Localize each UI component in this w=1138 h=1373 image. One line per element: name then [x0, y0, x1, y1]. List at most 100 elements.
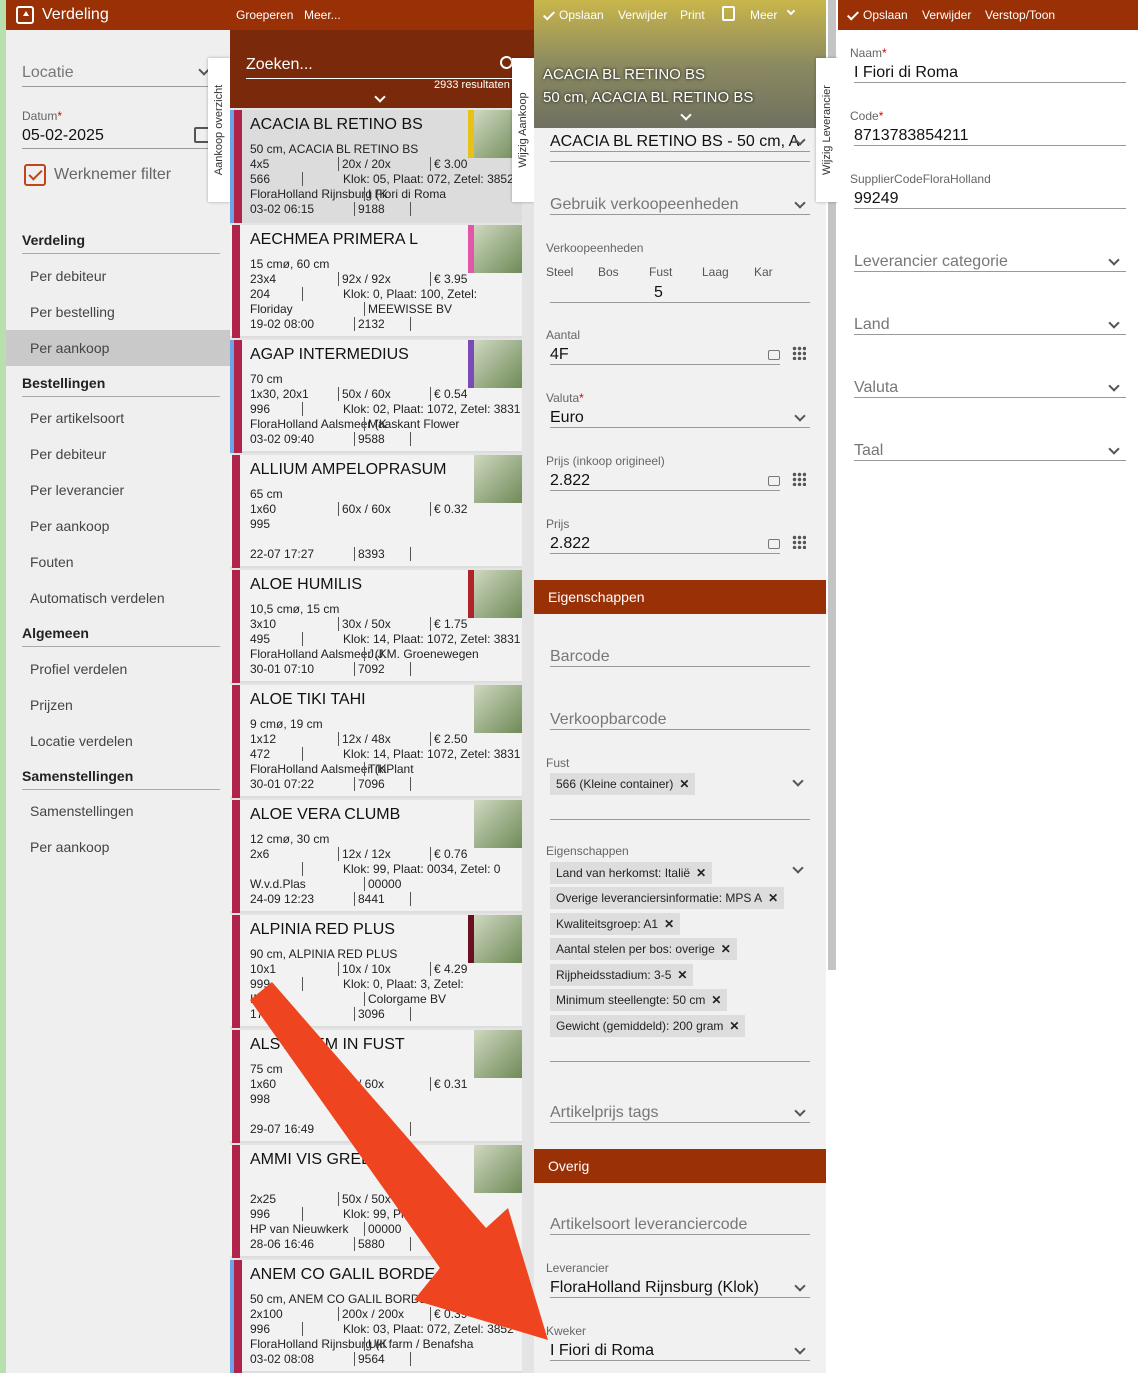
nav-verdeling-per-debiteur[interactable]: Per debiteur — [6, 258, 230, 294]
fust-units-input[interactable]: 5 — [550, 284, 810, 303]
remove-icon[interactable]: ✕ — [677, 968, 687, 982]
item-title: ALPINIA RED PLUS — [250, 921, 395, 938]
remove-icon[interactable]: ✕ — [768, 891, 778, 905]
code-input[interactable]: 8713783854211 — [854, 127, 1126, 146]
groeperen-button[interactable]: Groeperen — [236, 8, 293, 22]
remove-icon[interactable]: ✕ — [679, 777, 689, 791]
remove-icon[interactable]: ✕ — [696, 866, 706, 880]
keypad-icon[interactable] — [792, 472, 806, 486]
gebruik-verkoopeenheden-select[interactable]: Gebruik verkoopeenheden — [550, 196, 810, 215]
nav-bestellingen-per-leverancier[interactable]: Per leverancier — [6, 472, 230, 508]
search-input[interactable]: Zoeken... — [246, 56, 313, 74]
locatie-placeholder: Locatie — [22, 64, 74, 81]
list-item[interactable]: ALPINIA RED PLUS 90 cm, ALPINIA RED PLUS 1… — [230, 915, 522, 1028]
eig-chip-0[interactable]: Land van herkomst: Italië ✕ — [550, 860, 713, 886]
prijs-origineel-input[interactable]: 2.822 — [550, 472, 780, 491]
unit-steel[interactable]: Steel — [546, 265, 573, 279]
list-item[interactable]: AECHMEA PRIMERA L 15 cmø, 60 cm 23x4 92x / … — [230, 225, 522, 338]
artikelprijs-tags-select[interactable]: Artikelprijs tags — [550, 1104, 810, 1123]
eigenschappen-section-header[interactable]: Eigenschappen — [534, 580, 826, 614]
remove-icon[interactable]: ✕ — [711, 993, 721, 1007]
item-grower: Colorgame BV — [364, 992, 446, 1006]
list-item[interactable]: ALLIUM AMPELOPRASUM 65 cm 1x60 60x / 60x € 0… — [230, 455, 522, 568]
valuta-select[interactable]: Euro — [550, 409, 810, 428]
result-count: 2933 resultaten — [434, 79, 510, 91]
unit-kar[interactable]: Kar — [754, 265, 773, 279]
nav-verdeling-per-bestelling[interactable]: Per bestelling — [6, 294, 230, 330]
meer-button[interactable]: Meer... — [304, 8, 341, 22]
barcode-input[interactable]: Barcode — [550, 648, 810, 667]
scf-input[interactable]: 99249 — [854, 190, 1126, 209]
nav-bestellingen-automatisch-verdelen[interactable]: Automatisch verdelen — [6, 580, 230, 616]
eig-chip-1[interactable]: Overige leveranciersinformatie: MPS A ✕ — [550, 885, 785, 911]
locatie-select[interactable]: Locatie — [22, 64, 216, 82]
nav-bestellingen-per-artikelsoort[interactable]: Per artikelsoort — [6, 400, 230, 436]
nav-bestellingen-per-debiteur[interactable]: Per debiteur — [6, 436, 230, 472]
remove-icon[interactable]: ✕ — [664, 917, 674, 931]
list-item[interactable]: ANEM CO GALIL BORDEA 50 cm, ANEM CO GALIL… — [230, 1260, 522, 1373]
list-item[interactable]: ALOE HUMILIS 10,5 cmø, 15 cm 3x10 30x / 50x… — [230, 570, 522, 683]
app-icon[interactable] — [16, 6, 34, 24]
unit-fust[interactable]: Fust — [649, 265, 672, 279]
artikelsoort-leveranciercode-input[interactable]: Artikelsoort leveranciercode — [550, 1216, 810, 1235]
supplier-valuta-select[interactable]: Valuta — [854, 379, 1126, 398]
opslaan-button[interactable]: Opslaan — [542, 8, 604, 22]
taal-select[interactable]: Taal — [854, 442, 1126, 461]
nav-samenstellingen-per-aankoop[interactable]: Per aankoop — [6, 829, 230, 865]
supplier-opslaan-button[interactable]: Opslaan — [846, 8, 908, 22]
eig-chip-6[interactable]: Gewicht (gemiddeld): 200 gram ✕ — [550, 1013, 746, 1039]
remove-icon[interactable]: ✕ — [729, 1019, 739, 1033]
print-button[interactable]: Print — [680, 8, 705, 22]
unit-bos[interactable]: Bos — [598, 265, 619, 279]
list-item[interactable]: AGAP INTERMEDIUS 70 cm 1x30, 20x1 50x / 60x… — [230, 340, 522, 453]
supplier-verwijder-button[interactable]: Verwijder — [922, 8, 971, 22]
chevron-down-icon[interactable] — [792, 862, 804, 874]
nav-bestellingen-fouten[interactable]: Fouten — [6, 544, 230, 580]
datum-input[interactable]: 05-02-2025 — [22, 127, 104, 145]
chevron-down-icon[interactable] — [680, 109, 692, 121]
land-select[interactable]: Land — [854, 316, 1126, 335]
nav-algemeen-prijzen[interactable]: Prijzen — [6, 687, 230, 723]
werknemer-filter-checkbox[interactable] — [24, 164, 46, 186]
supplier-verstop-button[interactable]: Verstop/Toon — [985, 8, 1055, 22]
nav-algemeen-profiel-verdelen[interactable]: Profiel verdelen — [6, 651, 230, 687]
clear-icon[interactable] — [768, 350, 780, 360]
eig-chip-5[interactable]: Minimum steellengte: 50 cm ✕ — [550, 987, 728, 1013]
remove-icon[interactable]: ✕ — [721, 942, 731, 956]
article-select[interactable]: ACACIA BL RETINO BS - 50 cm, A — [550, 133, 810, 152]
verwijder-button[interactable]: Verwijder — [618, 8, 667, 22]
unit-laag[interactable]: Laag — [702, 265, 729, 279]
tab-wijzig-leverancier[interactable]: Wijzig Leverancier — [816, 58, 838, 202]
nav-samenstellingen[interactable]: Samenstellingen — [6, 793, 230, 829]
clear-icon[interactable] — [768, 539, 780, 549]
eig-chip-2[interactable]: Kwaliteitsgroep: A1 ✕ — [550, 911, 681, 937]
meer-menu-button[interactable]: Meer — [750, 8, 777, 22]
leverancier-select[interactable]: FloraHolland Rijnsburg (Klok) — [550, 1279, 810, 1298]
eig-chip-3[interactable]: Aantal stelen per bos: overige ✕ — [550, 936, 737, 962]
clear-icon[interactable] — [768, 476, 780, 486]
verkoopbarcode-input[interactable]: Verkoopbarcode — [550, 711, 810, 730]
overig-section-header[interactable]: Overig — [534, 1149, 826, 1183]
list-item[interactable]: ACACIA BL RETINO BS 50 cm, ACACIA BL RETI… — [230, 110, 522, 223]
list-item[interactable]: AMMI VIS GREEN 2x25 50x / 50x 34 996 Klok: 99… — [230, 1145, 522, 1258]
list-item[interactable]: ALSTROEM IN FUST 75 cm 1x60 0x / 60x € 0.31 9… — [230, 1030, 522, 1143]
clipboard-icon[interactable] — [722, 6, 735, 21]
aantal-input[interactable]: 4F — [550, 346, 780, 365]
fust-chip[interactable]: 566 (Kleine container) ✕ — [550, 771, 696, 797]
kweker-select[interactable]: I Fiori di Roma — [550, 1342, 810, 1361]
prijs-input[interactable]: 2.822 — [550, 535, 780, 554]
list-item[interactable]: ALOE VERA CLUMB 12 cmø, 30 cm 2x6 12x / 12x… — [230, 800, 522, 913]
naam-input[interactable]: I Fiori di Roma — [854, 64, 1126, 83]
tab-wijzig-aankoop[interactable]: Wijzig Aankoop — [512, 58, 534, 202]
keypad-icon[interactable] — [792, 346, 806, 360]
keypad-icon[interactable] — [792, 535, 806, 549]
chevron-down-icon[interactable] — [374, 91, 386, 103]
nav-verdeling-per-aankoop[interactable]: Per aankoop — [6, 330, 230, 366]
chevron-down-icon[interactable] — [792, 775, 804, 787]
nav-algemeen-locatie-verdelen[interactable]: Locatie verdelen — [6, 723, 230, 759]
eig-chip-4[interactable]: Rijpheidsstadium: 3-5 ✕ — [550, 962, 694, 988]
nav-bestellingen-per-aankoop[interactable]: Per aankoop — [6, 508, 230, 544]
list-item[interactable]: ALOE TIKI TAHI 9 cmø, 19 cm 1x12 12x / 48x €… — [230, 685, 522, 798]
leverancier-categorie-select[interactable]: Leverancier categorie — [854, 253, 1126, 272]
tab-aankoop-overzicht[interactable]: Aankoop overzicht — [208, 58, 230, 202]
